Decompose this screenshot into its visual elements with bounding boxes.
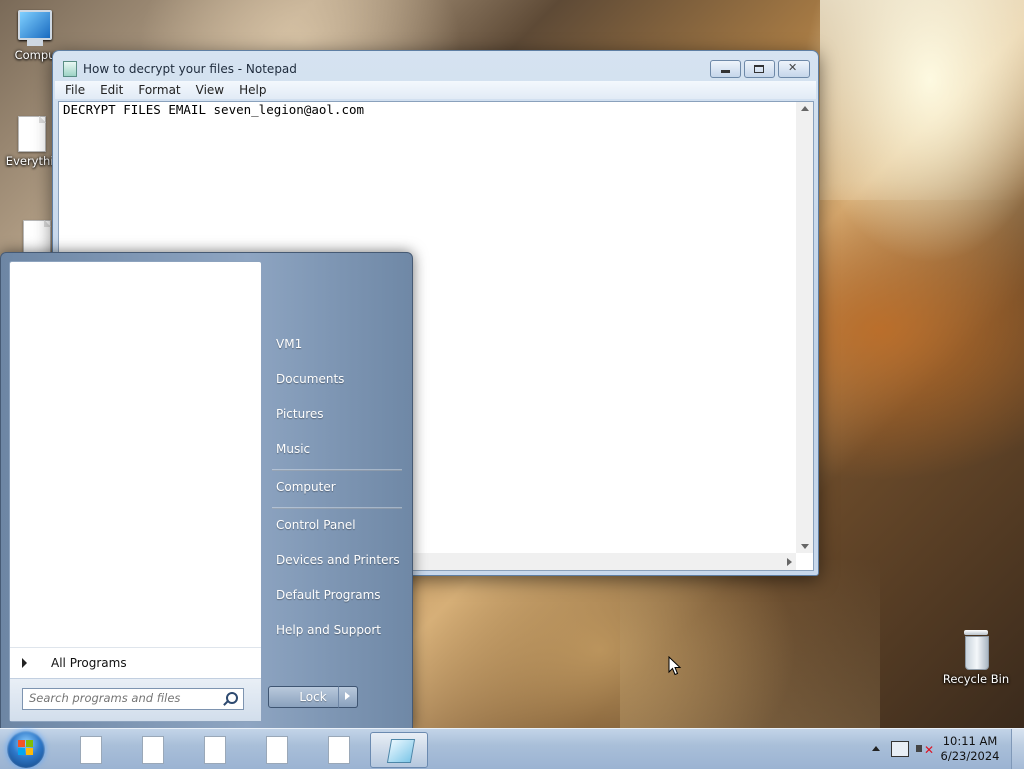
desktop-icon-recycle-bin[interactable]: Recycle Bin bbox=[940, 630, 1012, 686]
volume-muted-icon[interactable]: ✕ bbox=[916, 741, 934, 757]
taskbar-notepad-button[interactable] bbox=[370, 732, 428, 768]
menu-view[interactable]: View bbox=[196, 83, 224, 97]
programs-pane: All Programs bbox=[9, 261, 262, 722]
start-item-pictures[interactable]: Pictures bbox=[276, 407, 324, 421]
separator bbox=[272, 507, 402, 509]
start-item-music[interactable]: Music bbox=[276, 442, 310, 456]
menu-bar: File Edit Format View Help bbox=[55, 81, 816, 99]
search-input[interactable] bbox=[23, 689, 219, 707]
clock-date: 6/23/2024 bbox=[940, 749, 1000, 763]
desktop-icon-label: Recycle Bin bbox=[942, 672, 1010, 686]
taskbar-pinned-doc[interactable] bbox=[122, 732, 178, 766]
notepad-icon bbox=[386, 739, 416, 763]
show-desktop-button[interactable] bbox=[1011, 729, 1024, 769]
mouse-cursor-icon bbox=[668, 656, 682, 676]
menu-file[interactable]: File bbox=[65, 83, 85, 97]
taskbar-pinned-doc[interactable] bbox=[60, 732, 116, 766]
lock-button-label: Lock bbox=[299, 690, 327, 704]
document-icon bbox=[80, 736, 102, 764]
notepad-icon bbox=[63, 61, 77, 77]
start-button[interactable] bbox=[7, 730, 45, 768]
window-title-bar[interactable]: How to decrypt your files - Notepad bbox=[63, 61, 297, 77]
document-text: DECRYPT FILES EMAIL seven_legion@aol.com bbox=[63, 102, 365, 117]
menu-format[interactable]: Format bbox=[138, 83, 180, 97]
all-programs-button[interactable]: All Programs bbox=[10, 647, 261, 678]
taskbar-pinned-doc[interactable] bbox=[184, 732, 240, 766]
scroll-down-icon[interactable] bbox=[801, 544, 809, 549]
menu-edit[interactable]: Edit bbox=[100, 83, 123, 97]
recycle-bin-icon bbox=[962, 630, 990, 670]
document-icon bbox=[328, 736, 350, 764]
windows-logo-icon bbox=[18, 740, 34, 756]
separator bbox=[272, 469, 402, 471]
start-item-user[interactable]: VM1 bbox=[276, 337, 302, 351]
document-icon bbox=[142, 736, 164, 764]
start-menu-places: VM1 Documents Pictures Music Computer Co… bbox=[262, 253, 412, 729]
menu-help[interactable]: Help bbox=[239, 83, 266, 97]
show-hidden-icons-icon[interactable] bbox=[872, 746, 880, 751]
document-icon bbox=[23, 220, 51, 256]
taskbar: ✕ 10:11 AM 6/23/2024 bbox=[0, 728, 1024, 769]
document-icon bbox=[204, 736, 226, 764]
document-icon bbox=[266, 736, 288, 764]
all-programs-label: All Programs bbox=[51, 656, 127, 670]
minimize-button[interactable] bbox=[710, 60, 741, 78]
search-icon[interactable] bbox=[226, 692, 238, 704]
scroll-up-icon[interactable] bbox=[801, 106, 809, 111]
start-item-default-programs[interactable]: Default Programs bbox=[276, 588, 381, 602]
chevron-right-icon bbox=[22, 658, 27, 668]
close-button[interactable] bbox=[778, 60, 810, 78]
start-item-devices-printers[interactable]: Devices and Printers bbox=[276, 553, 400, 567]
clock[interactable]: 10:11 AM 6/23/2024 bbox=[938, 734, 1002, 764]
computer-icon bbox=[18, 10, 52, 40]
window-title: How to decrypt your files - Notepad bbox=[83, 62, 297, 76]
start-item-help-support[interactable]: Help and Support bbox=[276, 623, 381, 637]
maximize-button[interactable] bbox=[744, 60, 775, 78]
taskbar-pinned-doc[interactable] bbox=[246, 732, 302, 766]
start-item-control-panel[interactable]: Control Panel bbox=[276, 518, 356, 532]
shutdown-options-arrow[interactable] bbox=[338, 686, 358, 708]
caption-buttons bbox=[707, 60, 810, 78]
search-area bbox=[10, 678, 261, 721]
start-item-documents[interactable]: Documents bbox=[276, 372, 344, 386]
clock-time: 10:11 AM bbox=[942, 734, 998, 748]
vertical-scrollbar[interactable] bbox=[796, 102, 813, 553]
scroll-right-icon[interactable] bbox=[787, 558, 792, 566]
document-icon bbox=[18, 116, 46, 152]
network-icon[interactable] bbox=[891, 741, 909, 757]
taskbar-pinned-doc[interactable] bbox=[308, 732, 364, 766]
start-menu: All Programs VM1 Documents Pictures Musi… bbox=[0, 252, 413, 730]
search-box[interactable] bbox=[22, 688, 244, 710]
desktop-icon-file[interactable] bbox=[22, 220, 52, 256]
start-item-computer[interactable]: Computer bbox=[276, 480, 336, 494]
